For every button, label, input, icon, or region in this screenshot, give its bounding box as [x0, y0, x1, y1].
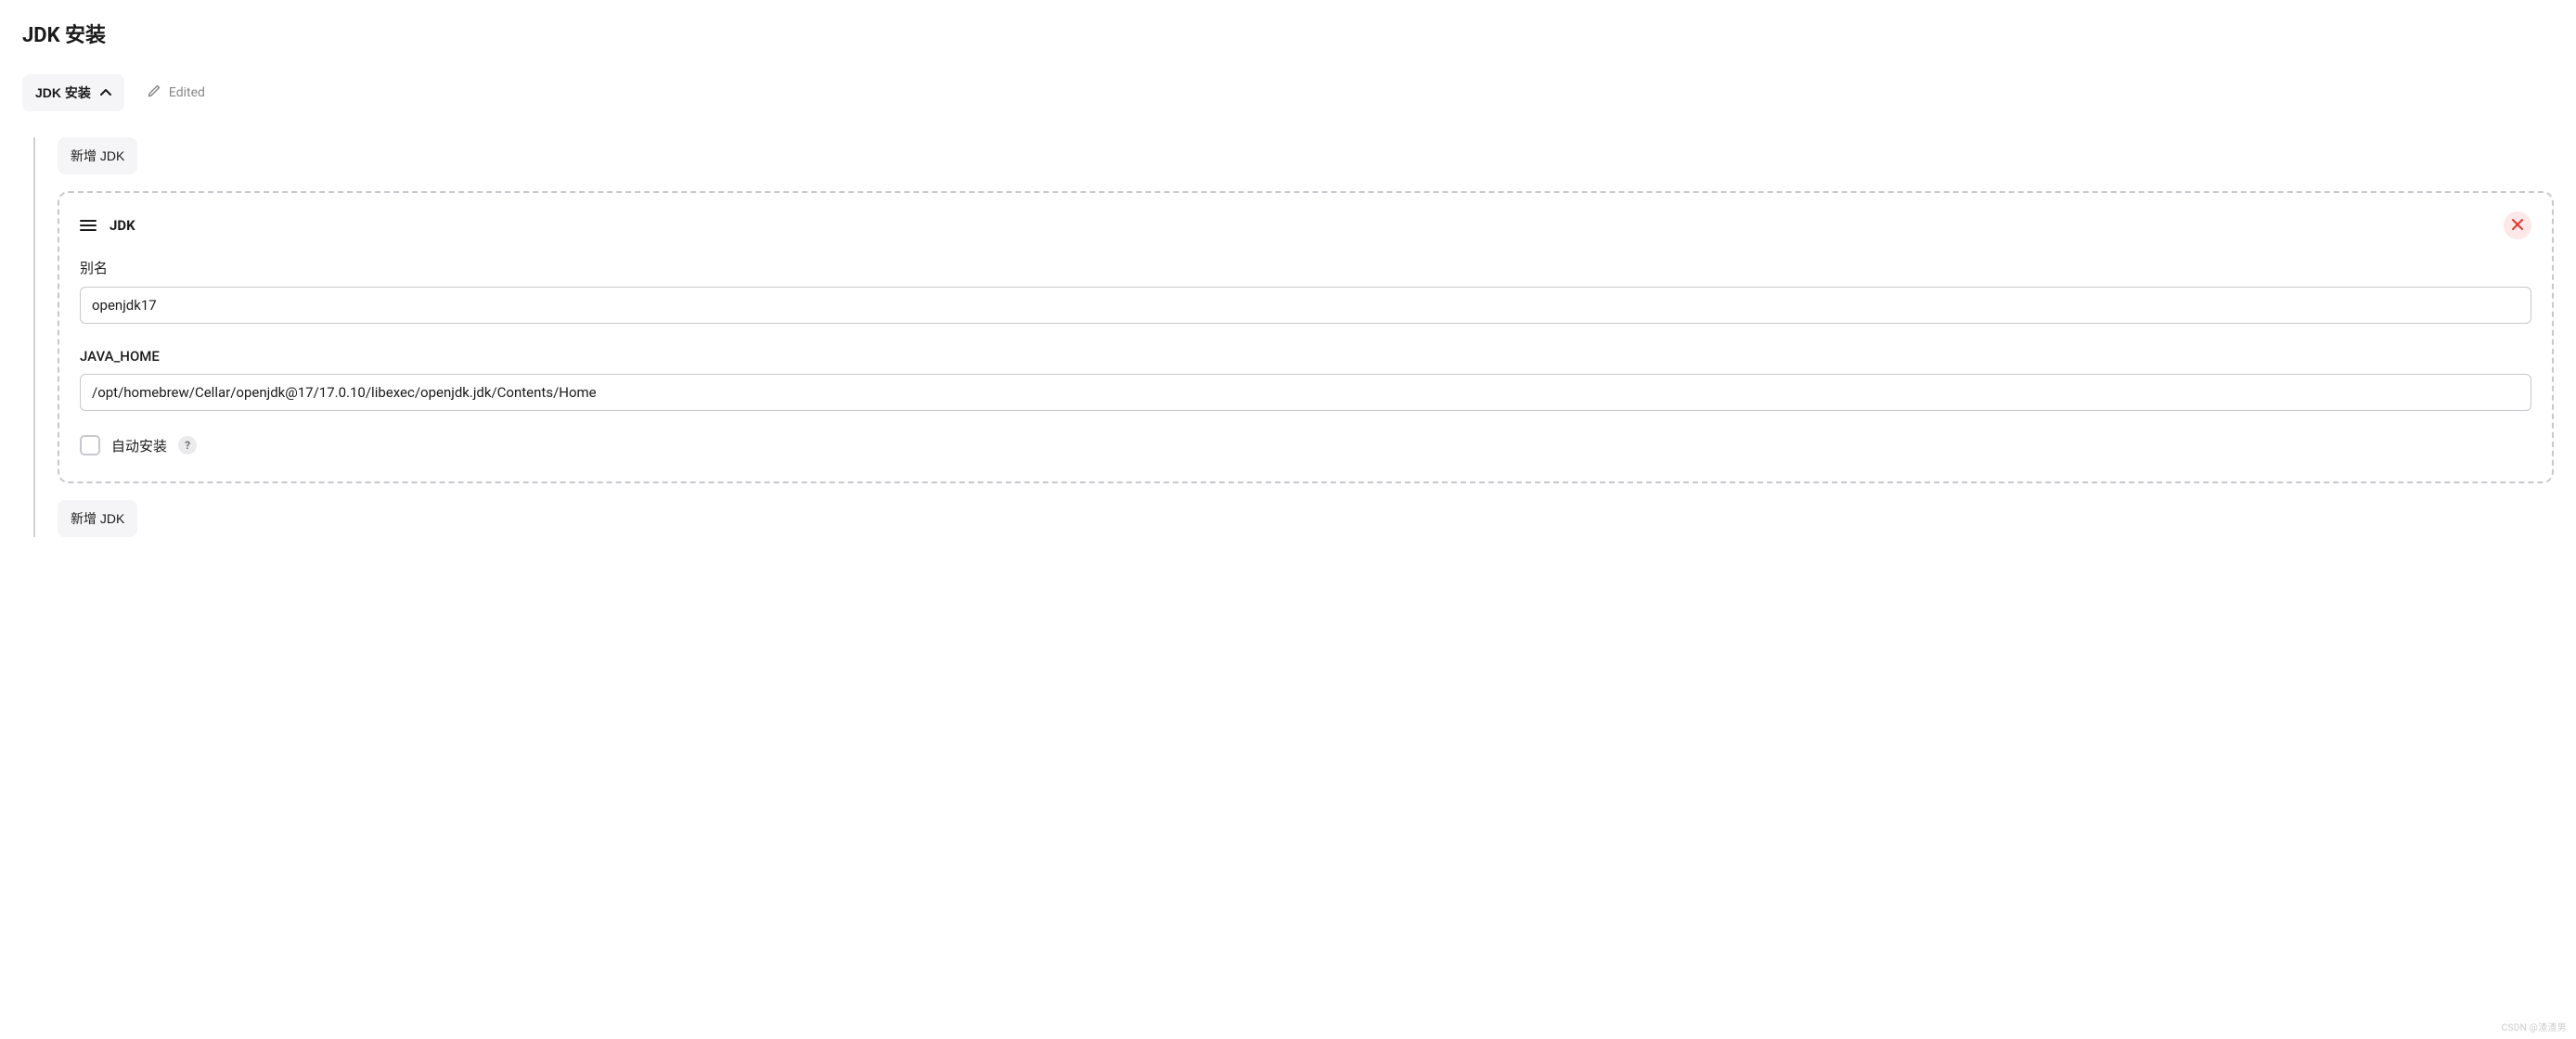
page-title: JDK 安装	[22, 19, 2554, 48]
alias-label: 别名	[80, 258, 2531, 277]
chevron-up-icon	[100, 87, 111, 98]
add-jdk-button-top[interactable]: 新增 JDK	[58, 137, 137, 174]
alias-input[interactable]	[80, 287, 2531, 324]
drag-handle-icon[interactable]	[80, 217, 97, 234]
remove-button[interactable]	[2504, 212, 2531, 239]
watermark: CSDN @渣渣男	[2502, 1020, 2567, 1033]
section-toggle-button[interactable]: JDK 安装	[22, 74, 124, 111]
add-jdk-button-bottom[interactable]: 新增 JDK	[58, 500, 137, 537]
pencil-icon	[147, 83, 161, 102]
auto-install-label: 自动安装	[111, 436, 167, 455]
edited-indicator: Edited	[147, 83, 205, 102]
auto-install-row: 自动安装 ?	[80, 435, 2531, 455]
close-icon	[2512, 219, 2523, 233]
auto-install-checkbox[interactable]	[80, 435, 100, 455]
java-home-label: JAVA_HOME	[80, 348, 2531, 365]
section-toggle-label: JDK 安装	[35, 83, 91, 102]
help-icon[interactable]: ?	[178, 436, 197, 455]
edited-label: Edited	[169, 85, 205, 100]
java-home-input[interactable]	[80, 374, 2531, 411]
card-header-left: JDK	[80, 217, 135, 234]
card-title: JDK	[109, 217, 135, 234]
jdk-card: JDK 别名 JAVA_HOME 自动安装 ?	[58, 191, 2554, 483]
header-row: JDK 安装 Edited	[22, 74, 2554, 111]
card-header: JDK	[80, 212, 2531, 239]
java-home-field-group: JAVA_HOME	[80, 348, 2531, 411]
alias-field-group: 别名	[80, 258, 2531, 324]
content-area: 新增 JDK JDK	[33, 137, 2554, 537]
